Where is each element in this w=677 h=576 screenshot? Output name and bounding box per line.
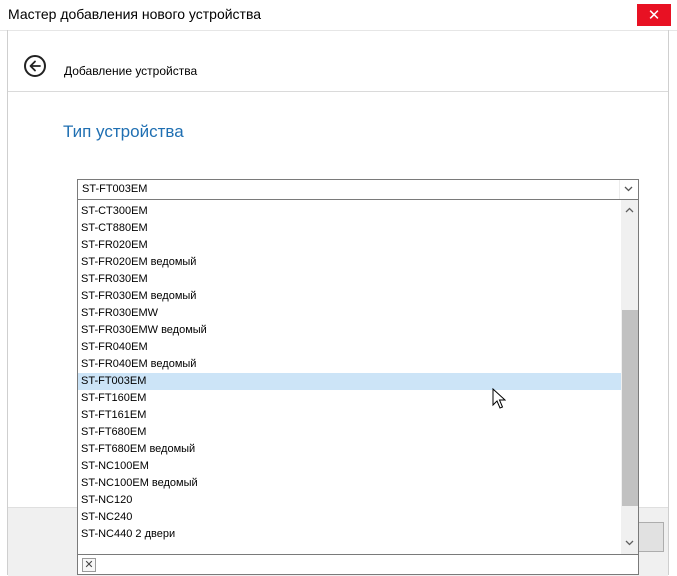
device-type-option[interactable]: ST-FT680EM ведомый: [78, 441, 621, 458]
scroll-down-button[interactable]: [621, 535, 638, 552]
device-type-option[interactable]: ST-CT300EM: [78, 203, 621, 220]
device-type-select[interactable]: ST-FT003EM: [77, 179, 639, 200]
device-type-option[interactable]: ST-FT003EM: [78, 373, 621, 390]
device-type-option[interactable]: ST-FR030EMW: [78, 305, 621, 322]
device-type-selected-value: ST-FT003EM: [82, 183, 148, 195]
mouse-cursor-icon: [492, 388, 506, 409]
device-type-option[interactable]: ST-NC100EM ведомый: [78, 475, 621, 492]
close-button[interactable]: ✕: [637, 4, 671, 26]
scrollbar-thumb[interactable]: [622, 310, 638, 506]
device-type-option[interactable]: ST-NC440 2 двери: [78, 526, 621, 543]
device-type-option[interactable]: ST-FT680EM: [78, 424, 621, 441]
device-type-option[interactable]: ST-FR040EM ведомый: [78, 356, 621, 373]
window-border-right: [668, 30, 669, 575]
device-type-option[interactable]: ST-FT160EM: [78, 390, 621, 407]
device-type-option[interactable]: ST-FR040EM: [78, 339, 621, 356]
device-type-option[interactable]: ST-FR020EM ведомый: [78, 254, 621, 271]
arrow-left-circle-icon: [29, 60, 41, 72]
device-type-option[interactable]: ST-CT880EM: [78, 220, 621, 237]
device-type-option[interactable]: ST-FR030EM: [78, 271, 621, 288]
device-type-option[interactable]: ST-FR030EM ведомый: [78, 288, 621, 305]
scroll-up-button[interactable]: [621, 202, 638, 219]
chevron-down-icon: [624, 186, 633, 192]
dropdown-footer: ✕: [77, 555, 639, 575]
chevron-up-icon: [625, 207, 634, 213]
close-icon: ✕: [647, 6, 661, 24]
window-title: Мастер добавления нового устройства: [8, 6, 262, 22]
wizard-step-label: Добавление устройства: [64, 64, 198, 78]
device-type-option[interactable]: ST-NC240: [78, 509, 621, 526]
page-title: Тип устройства: [63, 122, 184, 141]
device-type-option[interactable]: ST-FR020EM: [78, 237, 621, 254]
device-type-option[interactable]: ST-NC120: [78, 492, 621, 509]
device-type-option[interactable]: ST-NC100EM: [78, 458, 621, 475]
chevron-down-icon: [625, 540, 634, 546]
device-type-dropdown: ST-CT300EM ST-CT880EM ST-FR020EM ST-FR020EM…: [77, 200, 639, 555]
wizard-nav-bar: Добавление устройства: [8, 31, 668, 92]
dropdown-scrollbar[interactable]: [621, 200, 638, 554]
device-type-option[interactable]: ST-FT161EM: [78, 407, 621, 424]
close-icon: ✕: [84, 558, 94, 571]
clear-button[interactable]: ✕: [82, 558, 96, 572]
title-bar: Мастер добавления нового устройства ✕: [0, 0, 677, 31]
dropdown-toggle[interactable]: [619, 180, 638, 199]
device-type-options: ST-CT300EM ST-CT880EM ST-FR020EM ST-FR020EM…: [78, 203, 621, 543]
back-button[interactable]: [24, 55, 46, 77]
device-type-option[interactable]: ST-FR030EMW ведомый: [78, 322, 621, 339]
